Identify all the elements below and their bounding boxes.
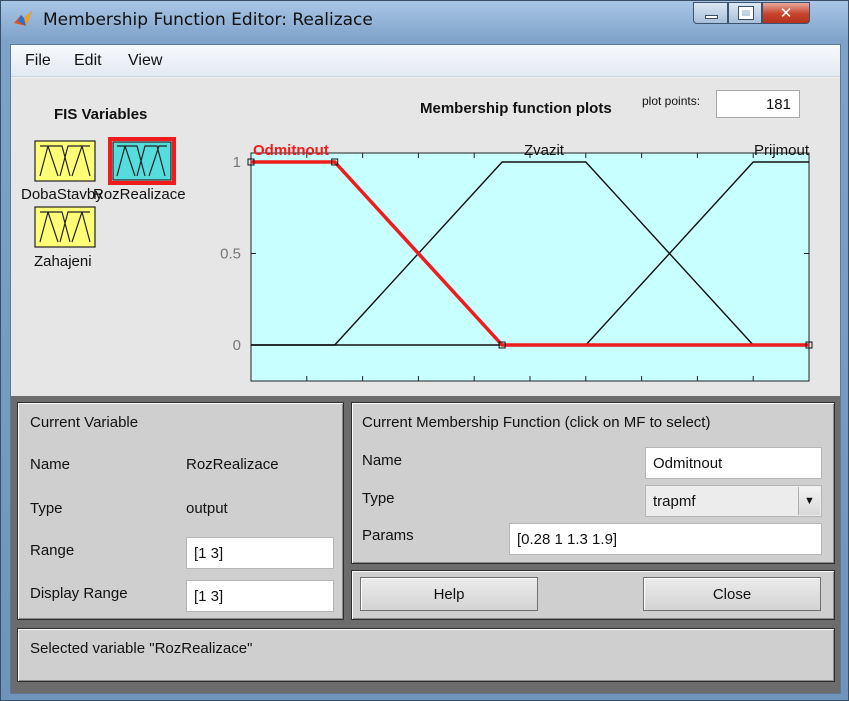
- fis-variables-title: FIS Variables: [54, 106, 148, 123]
- x-tick-label: 1.2: [296, 390, 317, 391]
- display-range-input[interactable]: [1 3]: [186, 580, 334, 612]
- menu-view[interactable]: View: [128, 52, 162, 70]
- upper-area: FIS Variables DobaStavby RozRealizace Za…: [11, 78, 840, 396]
- mf-type-select[interactable]: trapmf ▼: [645, 485, 822, 517]
- x-tick-label: 2.2: [575, 390, 596, 391]
- y-tick-label: 1: [233, 154, 241, 171]
- x-tick-label: 2.8: [743, 390, 764, 391]
- current-variable-panel: Current Variable Name RozRealizace Type …: [17, 402, 344, 620]
- range-label: Range: [30, 542, 75, 559]
- lower-area: Current Variable Name RozRealizace Type …: [11, 396, 840, 693]
- y-tick-label: 0: [233, 337, 241, 354]
- variable-label-dobastavby: DobaStavby: [21, 186, 103, 203]
- mf-label-odmitnout: Odmitnout: [253, 142, 329, 159]
- variable-label-rozrealizace: RozRealizace: [93, 186, 186, 203]
- current-variable-title: Current Variable: [30, 414, 139, 431]
- mf-params-label: Params: [362, 527, 414, 544]
- title-bar[interactable]: Membership Function Editor: Realizace ✕: [1, 1, 849, 39]
- x-tick-label: 2.4: [631, 390, 652, 391]
- plot-points-label: plot points:: [642, 94, 701, 108]
- x-tick-label: 1: [247, 390, 255, 391]
- x-tick-label: 2: [526, 390, 534, 391]
- membership-function-plot[interactable]: 11.21.41.61.822.22.42.62.8300.51output v…: [201, 123, 831, 391]
- variable-type-label: Type: [30, 500, 63, 517]
- plot-title: Membership function plots: [420, 100, 612, 117]
- window: Membership Function Editor: Realizace ✕ …: [0, 0, 849, 701]
- x-tick-label: 1.6: [408, 390, 429, 391]
- plot-points-input[interactable]: 181: [716, 90, 800, 118]
- x-tick-label: 1.8: [464, 390, 485, 391]
- close-icon: ✕: [779, 5, 793, 22]
- maximize-icon: [738, 6, 754, 20]
- mf-label-zvazit: Zvazit: [524, 142, 565, 159]
- current-mf-panel: Current Membership Function (click on MF…: [351, 402, 835, 564]
- close-window-button[interactable]: ✕: [762, 2, 810, 24]
- button-panel: Help Close: [351, 570, 835, 620]
- variable-rozrealizace-icon[interactable]: [108, 137, 176, 185]
- x-tick-label: 3: [805, 390, 813, 391]
- variable-zahajeni-icon[interactable]: [34, 206, 96, 248]
- menu-bar: File Edit View: [11, 45, 840, 77]
- menu-file[interactable]: File: [25, 52, 51, 70]
- chevron-down-icon[interactable]: ▼: [798, 487, 820, 515]
- y-tick-label: 0.5: [220, 246, 241, 263]
- mf-name-input[interactable]: Odmitnout: [645, 447, 822, 479]
- current-mf-title: Current Membership Function (click on MF…: [362, 414, 711, 431]
- close-button[interactable]: Close: [643, 577, 821, 611]
- help-button[interactable]: Help: [360, 577, 538, 611]
- range-input[interactable]: [1 3]: [186, 537, 334, 569]
- minimize-button[interactable]: [693, 2, 728, 24]
- mf-type-label: Type: [362, 490, 395, 507]
- minimize-icon: [705, 15, 718, 19]
- window-title: Membership Function Editor: Realizace: [43, 10, 373, 30]
- mf-name-label: Name: [362, 452, 403, 469]
- mf-params-input[interactable]: [0.28 1 1.3 1.9]: [509, 523, 822, 555]
- status-panel: Selected variable "RozRealizace": [17, 628, 835, 682]
- mf-type-value: trapmf: [653, 493, 696, 510]
- plot-area: [250, 152, 810, 382]
- variable-type-value: output: [186, 500, 228, 517]
- client-area: File Edit View FIS Variables DobaStavby …: [10, 44, 841, 694]
- maximize-button[interactable]: [728, 2, 762, 24]
- variable-label-zahajeni: Zahajeni: [34, 253, 92, 270]
- matlab-logo-icon: [14, 11, 32, 26]
- mf-label-prijmout: Prijmout: [754, 142, 810, 159]
- display-range-label: Display Range: [30, 585, 128, 602]
- menu-edit[interactable]: Edit: [74, 52, 102, 70]
- x-tick-label: 2.6: [687, 390, 708, 391]
- x-tick-label: 1.4: [352, 390, 373, 391]
- variable-dobastavby-icon[interactable]: [34, 140, 96, 182]
- status-text: Selected variable "RozRealizace": [30, 640, 253, 657]
- variable-name-value: RozRealizace: [186, 456, 279, 473]
- variable-name-label: Name: [30, 456, 71, 473]
